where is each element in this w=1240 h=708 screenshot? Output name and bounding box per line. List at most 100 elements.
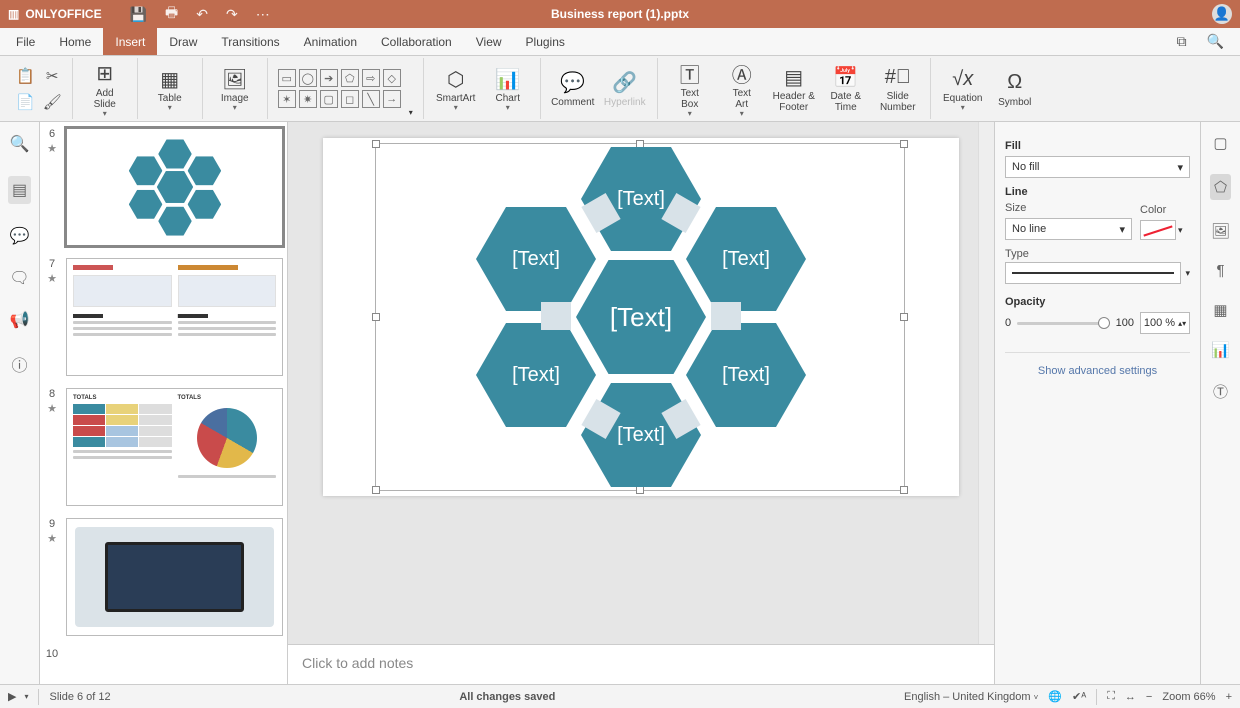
tab-draw[interactable]: Draw (157, 28, 209, 55)
color-label: Color (1140, 204, 1190, 216)
tab-file[interactable]: File (4, 28, 47, 55)
fit-width-icon[interactable]: ↔ (1125, 691, 1136, 703)
slide-number-button[interactable]: #⃣ Slide Number (876, 64, 920, 113)
animation-star-icon: ★ (47, 402, 57, 415)
thumb-number: 7 (49, 258, 55, 270)
chevron-down-icon[interactable]: ▾ (24, 692, 28, 701)
textart-button[interactable]: Ⓐ Text Art ▾ (720, 61, 764, 117)
document-title: Business report (1).pptx (551, 7, 689, 21)
redo-icon[interactable]: ↷ (226, 6, 238, 23)
datetime-button[interactable]: 📅 Date & Time (824, 64, 868, 113)
fit-slide-icon[interactable]: ⛶ (1107, 690, 1115, 703)
advanced-settings-link[interactable]: Show advanced settings (1005, 352, 1190, 377)
tab-transitions[interactable]: Transitions (209, 28, 291, 55)
opacity-value[interactable]: 100 %▴▾ (1140, 312, 1190, 334)
comments-icon[interactable]: 💬 (10, 226, 30, 246)
slide-counter: Slide 6 of 12 (49, 691, 110, 703)
status-bar: ▶ ▾ Slide 6 of 12 All changes saved Engl… (0, 684, 1240, 708)
chat-icon[interactable]: 🗨 (9, 268, 29, 288)
line-color-swatch[interactable] (1140, 220, 1176, 240)
format-painter-icon[interactable]: 🖌 (43, 93, 62, 111)
save-status: All changes saved (121, 691, 894, 703)
tab-plugins[interactable]: Plugins (514, 28, 577, 55)
logo-icon: ▥ (8, 7, 19, 21)
editor-canvas: [Text] [Text] [Text] [Text] [Text] [Text… (288, 122, 994, 684)
comment-button[interactable]: 💬 Comment (551, 70, 595, 108)
thumbnail-slide-8[interactable]: TOTALS TOTALS (66, 388, 283, 506)
tab-collaboration[interactable]: Collaboration (369, 28, 464, 55)
slides-icon[interactable]: ▤ (8, 176, 31, 204)
chart-settings-icon[interactable]: 📊 (1211, 341, 1230, 359)
shapes-gallery[interactable]: ▭◯➔⬠⇨◇ ✶✷▢◻╲→ ▾ (268, 58, 424, 119)
header-footer-button[interactable]: ▤ Header & Footer (772, 64, 816, 113)
zoom-level[interactable]: Zoom 66% (1162, 691, 1215, 703)
shape-settings-icon[interactable]: ⬠ (1210, 174, 1231, 200)
line-size-select[interactable]: No line▾ (1005, 218, 1132, 240)
title-bar: ▥ ONLYOFFICE 💾 🖶 ↶ ↷ ⋯ Business report (… (0, 0, 1240, 28)
add-slide-button[interactable]: ⊞ Add Slide ▾ (83, 61, 127, 117)
document-language[interactable]: English – United Kingdom ˅ (904, 691, 1038, 703)
thumbnail-slide-9[interactable] (66, 518, 283, 636)
thumbnail-slide-10[interactable] (66, 648, 283, 656)
calendar-icon: 📅 (833, 64, 858, 90)
canvas-vscrollbar[interactable] (978, 122, 994, 644)
copy-icon[interactable]: 📋 (16, 67, 35, 85)
tab-insert[interactable]: Insert (103, 28, 157, 55)
app-logo: ▥ ONLYOFFICE (8, 7, 102, 21)
user-avatar[interactable]: 👤 (1212, 4, 1232, 24)
globe-icon[interactable]: 🌐 (1048, 690, 1062, 703)
hexagon-smartart[interactable]: [Text] [Text] [Text] [Text] [Text] [Text… (471, 147, 811, 487)
equation-button[interactable]: √x Equation ▾ (941, 66, 985, 111)
textbox-button[interactable]: 🅃 Text Box ▾ (668, 61, 712, 117)
more-icon[interactable]: ⋯ (256, 6, 270, 23)
size-label: Size (1005, 202, 1132, 214)
tab-animation[interactable]: Animation (292, 28, 369, 55)
open-location-icon[interactable]: ⧉ (1177, 33, 1187, 50)
line-label: Line (1005, 186, 1190, 198)
zoom-out-icon[interactable]: − (1146, 691, 1152, 703)
opacity-slider[interactable] (1017, 322, 1110, 325)
find-icon[interactable]: 🔍 (10, 134, 30, 154)
feedback-icon[interactable]: 📢 (10, 310, 30, 330)
app-name: ONLYOFFICE (25, 7, 101, 21)
spellcheck-icon[interactable]: ✔ᴬ (1072, 690, 1086, 703)
tab-home[interactable]: Home (47, 28, 103, 55)
presentation-play-icon[interactable]: ▶ (8, 690, 16, 703)
thumb-number: 6 (49, 128, 55, 140)
thumbnail-slide-7[interactable]: HEADLINE HEADLINE (66, 258, 283, 376)
slide-settings-icon[interactable]: ▢ (1213, 134, 1227, 152)
symbol-button[interactable]: Ω Symbol (993, 70, 1037, 108)
textart-settings-icon[interactable]: Ⓣ (1213, 381, 1228, 402)
line-type-select[interactable] (1005, 262, 1181, 284)
table-button[interactable]: ▦ Table ▾ (148, 66, 192, 111)
search-icon[interactable]: 🔍 (1207, 33, 1224, 50)
chevron-down-icon[interactable]: ▾ (1178, 225, 1183, 236)
print-icon[interactable]: 🖶 (165, 2, 178, 26)
zoom-in-icon[interactable]: + (1226, 691, 1232, 703)
about-icon[interactable]: ⓘ (11, 352, 27, 376)
save-icon[interactable]: 💾 (130, 6, 147, 23)
slide-number-icon: #⃣ (885, 64, 911, 90)
undo-icon[interactable]: ↶ (196, 6, 208, 23)
notes-pane[interactable]: Click to add notes (288, 644, 994, 684)
paste-icon[interactable]: 📄 (16, 93, 35, 111)
image-icon: 🖼 (222, 66, 247, 92)
thumbnail-slide-6[interactable] (66, 128, 283, 246)
tab-view[interactable]: View (464, 28, 514, 55)
type-label: Type (1005, 248, 1190, 260)
shape-settings-panel: Fill No fill▾ Line Size No line▾ Color ▾… (994, 122, 1200, 684)
image-settings-icon[interactable]: 🖼 (1211, 222, 1230, 240)
smartart-button[interactable]: ⬡ SmartArt ▾ (434, 66, 478, 111)
chart-button[interactable]: 📊 Chart ▾ (486, 66, 530, 111)
table-settings-icon[interactable]: ▦ (1213, 301, 1227, 319)
chevron-down-icon[interactable]: ▾ (1185, 268, 1190, 279)
slide-6[interactable]: [Text] [Text] [Text] [Text] [Text] [Text… (323, 138, 959, 496)
cut-icon[interactable]: ✂ (46, 67, 59, 85)
menu-bar: File Home Insert Draw Transitions Animat… (0, 28, 1240, 56)
slide-thumbnail-panel[interactable]: 6★ 7★ HEAD (40, 122, 288, 684)
hex-bottom-left: [Text] (476, 323, 596, 427)
image-button[interactable]: 🖼 Image ▾ (213, 66, 257, 111)
paragraph-settings-icon[interactable]: ¶ (1216, 262, 1224, 279)
opacity-label: Opacity (1005, 296, 1190, 308)
fill-select[interactable]: No fill▾ (1005, 156, 1190, 178)
